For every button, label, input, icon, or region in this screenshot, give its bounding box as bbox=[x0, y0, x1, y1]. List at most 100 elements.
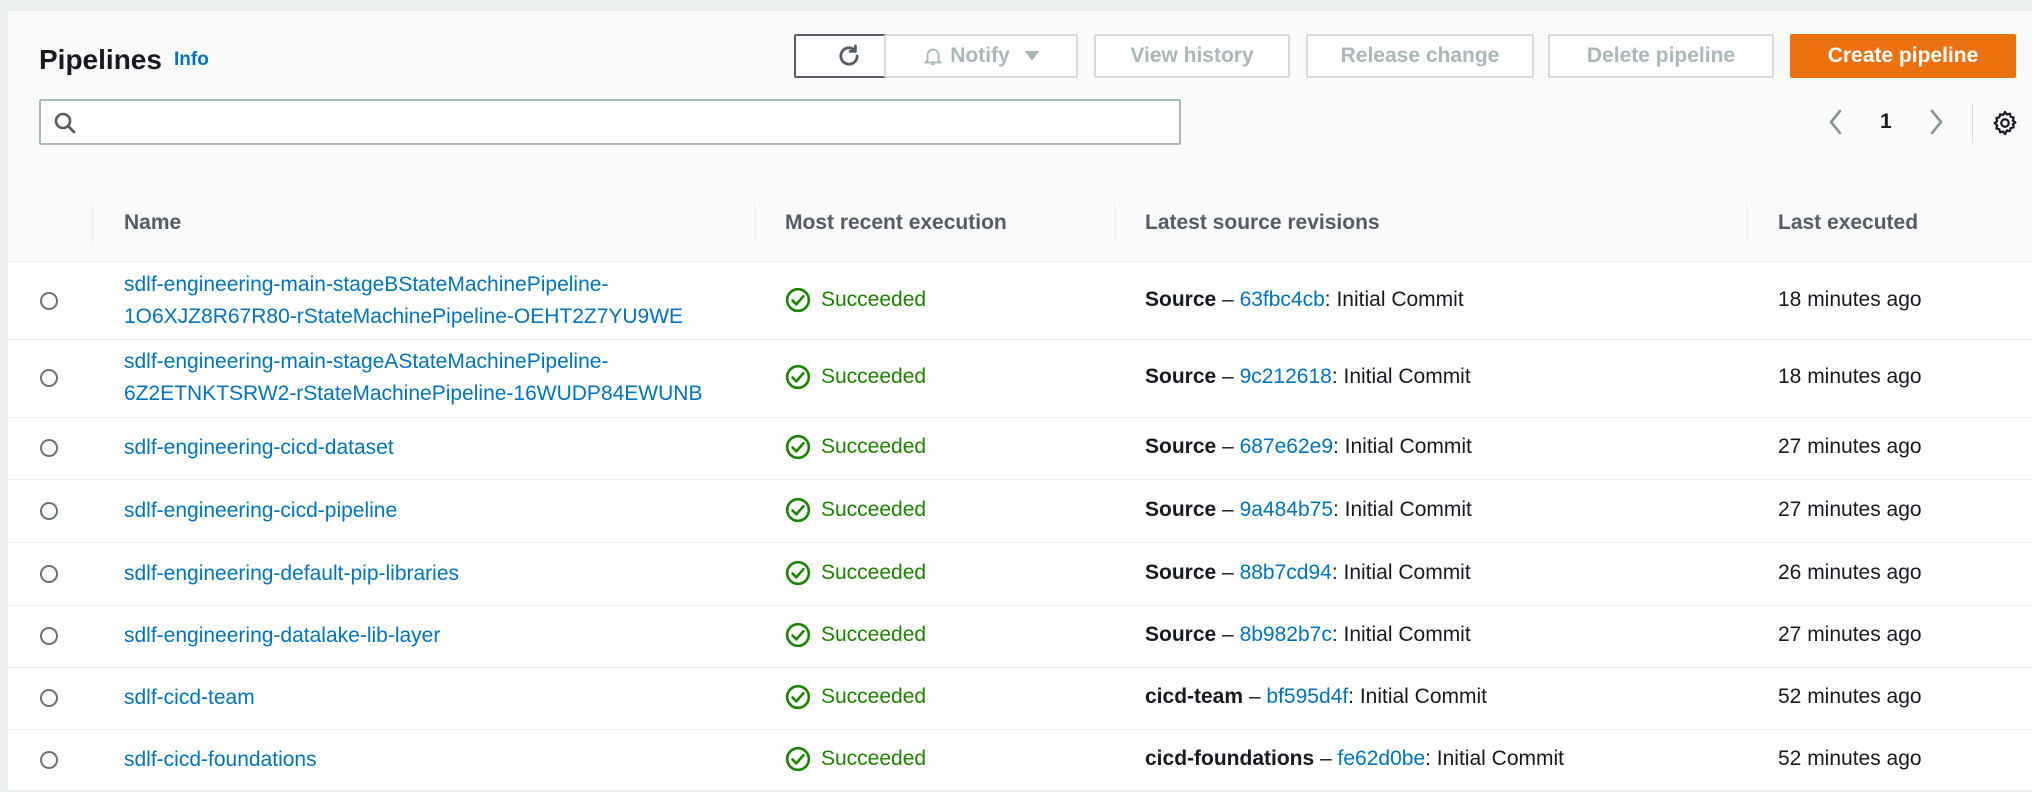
column-divider bbox=[754, 203, 755, 243]
commit-id-link[interactable]: 88b7cd94 bbox=[1240, 561, 1332, 584]
chevron-left-icon[interactable] bbox=[1826, 108, 1846, 136]
pipeline-name-line: sdlf-engineering-main-stageBStateMachine… bbox=[124, 272, 609, 296]
table-row[interactable]: sdlf-engineering-main-stageAStateMachine… bbox=[8, 339, 2032, 418]
pager-divider bbox=[1972, 103, 1973, 143]
source-revision: Source – 63fbc4cb: Initial Commit bbox=[1145, 288, 1464, 312]
notify-label: Notify bbox=[950, 44, 1010, 67]
last-executed-time: 27 minutes ago bbox=[1778, 435, 1922, 458]
chevron-right-icon[interactable] bbox=[1926, 108, 1946, 136]
execution-status-text[interactable]: Succeeded bbox=[821, 498, 926, 522]
search-icon bbox=[54, 112, 76, 134]
execution-status-text[interactable]: Succeeded bbox=[821, 435, 926, 459]
status-success-icon bbox=[785, 746, 811, 772]
source-separator: – bbox=[1314, 747, 1338, 770]
commit-id-link[interactable]: 687e62e9 bbox=[1240, 435, 1333, 458]
status-success-icon bbox=[785, 287, 811, 312]
column-header-name[interactable]: Name bbox=[124, 211, 181, 235]
search-input[interactable] bbox=[93, 107, 1167, 139]
pipeline-name-link[interactable]: sdlf-engineering-cicd-dataset bbox=[124, 432, 394, 464]
status-success-icon bbox=[785, 684, 811, 710]
pipeline-name-link[interactable]: sdlf-engineering-cicd-pipeline bbox=[124, 495, 397, 527]
source-name: cicd-foundations bbox=[1145, 747, 1315, 770]
row-select-radio[interactable] bbox=[40, 369, 58, 387]
create-pipeline-button[interactable]: Create pipeline bbox=[1790, 34, 2016, 78]
table-row[interactable]: sdlf-cicd-team Succeeded cicd-team – bf595… bbox=[8, 667, 2032, 730]
execution-status: Succeeded bbox=[785, 622, 926, 648]
source-name: Source bbox=[1145, 497, 1217, 521]
pipelines-panel: Pipelines Info Notify View history Relea… bbox=[8, 10, 2032, 792]
row-select-radio[interactable] bbox=[40, 291, 58, 310]
source-separator: – bbox=[1216, 365, 1240, 388]
execution-status: Succeeded bbox=[785, 560, 926, 586]
last-executed-time: 18 minutes ago bbox=[1778, 365, 1922, 388]
source-revision: cicd-team – bf595d4f: Initial Commit bbox=[1145, 685, 1487, 709]
source-name: Source bbox=[1145, 287, 1217, 311]
source-name: Source bbox=[1145, 435, 1217, 458]
table-row[interactable]: sdlf-engineering-cicd-pipeline Succeeded S… bbox=[8, 479, 2032, 543]
view-history-button[interactable]: View history bbox=[1094, 34, 1290, 78]
commit-id-link[interactable]: bf595d4f bbox=[1266, 685, 1348, 708]
table-header: Name Most recent execution Latest source… bbox=[8, 185, 2032, 262]
pipeline-name-link[interactable]: sdlf-engineering-main-stageAStateMachine… bbox=[124, 346, 702, 410]
bell-icon bbox=[923, 48, 943, 66]
commit-id-link[interactable]: 9c212618 bbox=[1240, 365, 1332, 388]
last-executed-time: 18 minutes ago bbox=[1778, 287, 1922, 311]
table-row[interactable]: sdlf-engineering-datalake-lib-layer Succe… bbox=[8, 605, 2032, 668]
commit-message: : Initial Commit bbox=[1331, 365, 1471, 388]
source-revision: Source – 687e62e9: Initial Commit bbox=[1145, 435, 1472, 459]
notify-dropdown-button[interactable]: Notify bbox=[884, 34, 1078, 78]
column-header-most-recent-execution[interactable]: Most recent execution bbox=[785, 211, 1007, 235]
page-title: Pipelines bbox=[39, 44, 162, 75]
source-separator: – bbox=[1216, 623, 1240, 646]
row-select-radio[interactable] bbox=[40, 564, 58, 583]
execution-status-text[interactable]: Succeeded bbox=[821, 685, 926, 709]
pipeline-name-line: sdlf-cicd-team bbox=[124, 686, 255, 709]
table-row[interactable]: sdlf-engineering-default-pip-libraries Su… bbox=[8, 542, 2032, 606]
delete-pipeline-button[interactable]: Delete pipeline bbox=[1548, 34, 1774, 78]
source-name: Source bbox=[1145, 365, 1217, 388]
source-revision: Source – 88b7cd94: Initial Commit bbox=[1145, 561, 1471, 585]
execution-status-text[interactable]: Succeeded bbox=[821, 561, 926, 585]
release-change-button[interactable]: Release change bbox=[1306, 34, 1534, 78]
row-select-radio[interactable] bbox=[40, 689, 58, 707]
table-row[interactable]: sdlf-engineering-main-stageBStateMachine… bbox=[8, 262, 2032, 340]
status-success-icon bbox=[785, 364, 811, 390]
column-divider bbox=[92, 203, 93, 243]
table-row[interactable]: sdlf-cicd-foundations Succeeded cicd-found… bbox=[8, 729, 2032, 792]
commit-id-link[interactable]: 63fbc4cb bbox=[1240, 288, 1325, 311]
execution-status: Succeeded bbox=[785, 684, 926, 710]
row-select-radio[interactable] bbox=[40, 627, 58, 645]
column-divider bbox=[1746, 203, 1747, 243]
execution-status-text[interactable]: Succeeded bbox=[821, 747, 926, 771]
caret-down-icon bbox=[1024, 51, 1039, 61]
source-revision: Source – 8b982b7c: Initial Commit bbox=[1145, 623, 1471, 647]
row-select-radio[interactable] bbox=[40, 439, 58, 457]
column-divider bbox=[1114, 203, 1115, 243]
last-executed-time: 27 minutes ago bbox=[1778, 497, 1922, 521]
current-page-number[interactable]: 1 bbox=[1880, 110, 1892, 134]
row-select-radio[interactable] bbox=[40, 501, 58, 520]
commit-id-link[interactable]: 9a484b75 bbox=[1240, 498, 1333, 521]
commit-message: : Initial Commit bbox=[1348, 685, 1488, 708]
commit-id-link[interactable]: fe62d0be bbox=[1338, 747, 1426, 770]
column-header-last-executed[interactable]: Last executed bbox=[1778, 211, 1918, 235]
pipeline-name-link[interactable]: sdlf-engineering-datalake-lib-layer bbox=[124, 620, 440, 652]
commit-id-link[interactable]: 8b982b7c bbox=[1240, 623, 1332, 646]
pipeline-name-link[interactable]: sdlf-engineering-default-pip-libraries bbox=[124, 558, 459, 590]
table-row[interactable]: sdlf-engineering-cicd-dataset Succeeded So… bbox=[8, 417, 2032, 480]
commit-message: : Initial Commit bbox=[1331, 623, 1471, 646]
source-revision: Source – 9a484b75: Initial Commit bbox=[1145, 498, 1472, 522]
pipeline-name-link[interactable]: sdlf-cicd-team bbox=[124, 682, 255, 714]
pipeline-name-link[interactable]: sdlf-cicd-foundations bbox=[124, 744, 317, 776]
info-link[interactable]: Info bbox=[174, 49, 209, 71]
execution-status-text[interactable]: Succeeded bbox=[821, 288, 926, 312]
commit-message: : Initial Commit bbox=[1333, 435, 1472, 458]
gear-icon[interactable] bbox=[1991, 109, 2019, 137]
execution-status-text[interactable]: Succeeded bbox=[821, 365, 926, 389]
column-header-latest-source-revisions[interactable]: Latest source revisions bbox=[1145, 211, 1380, 235]
execution-status-text[interactable]: Succeeded bbox=[821, 623, 926, 647]
pipeline-name-line: sdlf-engineering-cicd-pipeline bbox=[124, 498, 398, 522]
row-select-radio[interactable] bbox=[40, 751, 58, 769]
last-executed-time: 26 minutes ago bbox=[1778, 560, 1922, 584]
pipeline-name-link[interactable]: sdlf-engineering-main-stageBStateMachine… bbox=[124, 269, 683, 333]
